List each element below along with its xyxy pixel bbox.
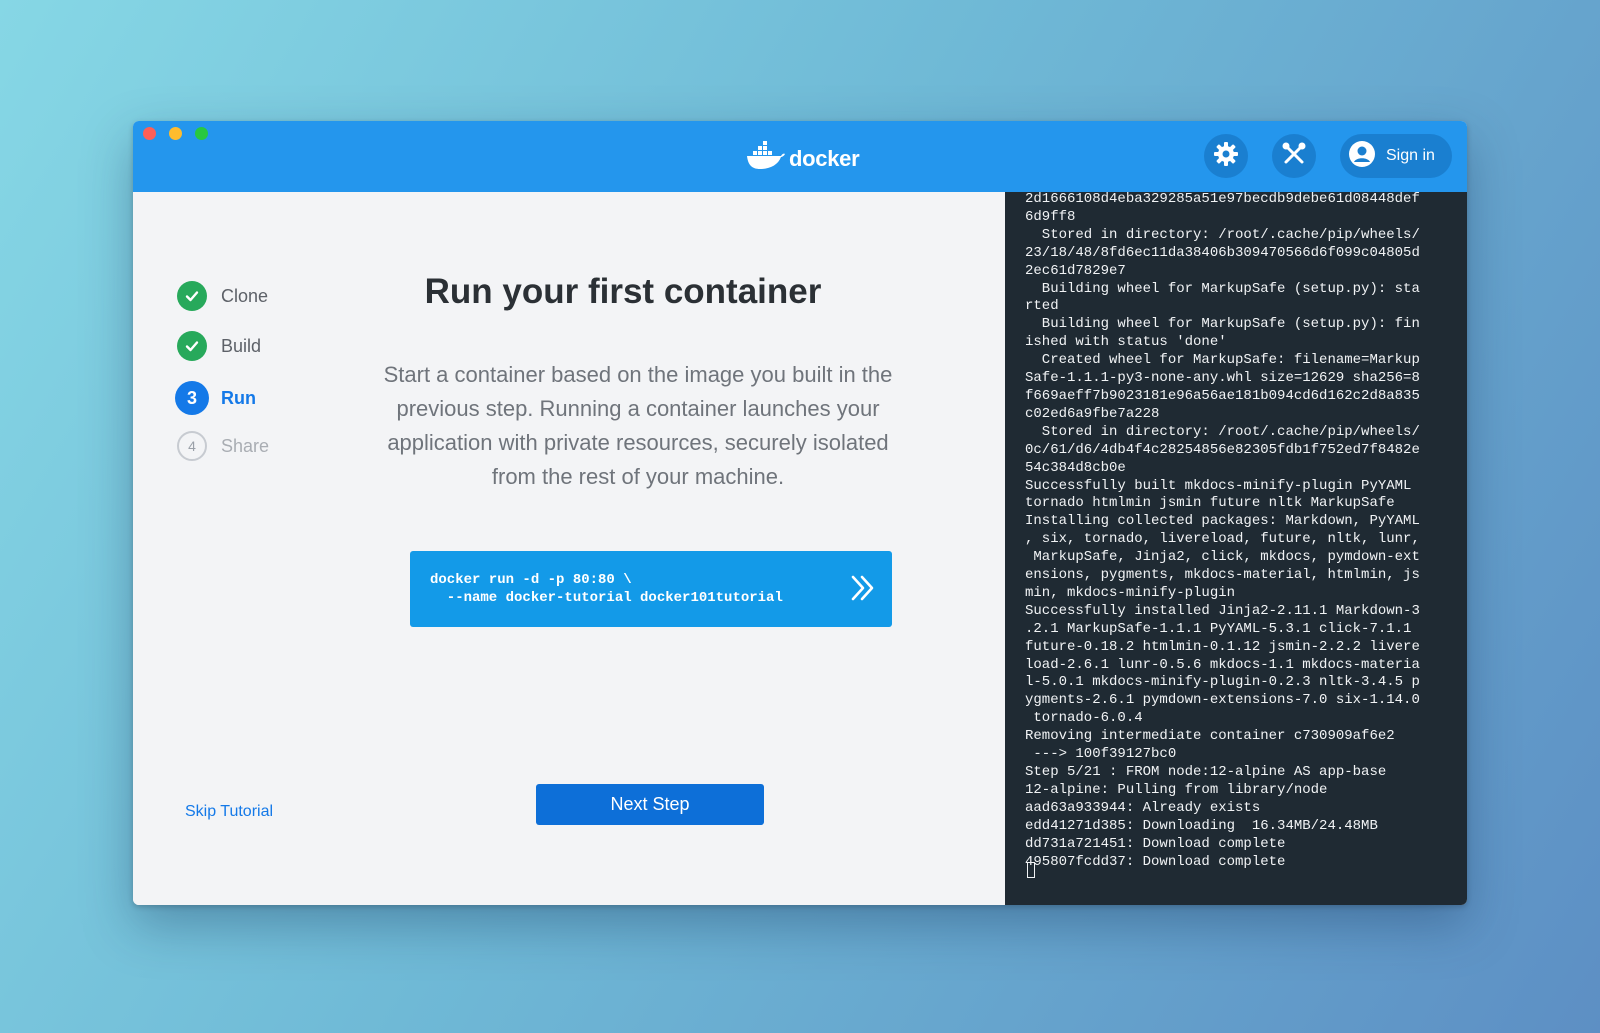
next-step-button[interactable]: Next Step [536, 784, 764, 825]
page-title: Run your first container [424, 272, 822, 311]
troubleshoot-button[interactable] [1272, 134, 1316, 178]
check-icon [177, 281, 207, 311]
step-label: Clone [221, 285, 269, 306]
step-share[interactable]: 4 Share [177, 431, 269, 461]
title-bar: docker Sign in [133, 121, 1467, 192]
terminal-output[interactable]: 2d1666108d4eba329285a51e97becdb9debe61d0… [1005, 192, 1467, 905]
step-label: Run [221, 387, 256, 408]
settings-gear-icon [1213, 141, 1239, 172]
step-run[interactable]: 3 Run [175, 381, 256, 415]
step-description: Start a container based on the image you… [383, 362, 893, 489]
docker-logo: docker [745, 141, 860, 176]
check-icon [177, 331, 207, 361]
terminal-log: 2d1666108d4eba329285a51e97becdb9debe61d0… [1025, 192, 1420, 870]
tutorial-panel: Clone Build 3 Run 4 Share Run your first… [133, 192, 1005, 905]
minimize-window-button[interactable] [169, 127, 182, 140]
close-window-button[interactable] [143, 127, 156, 140]
step-label: Build [221, 335, 262, 356]
step-clone[interactable]: Clone [177, 281, 268, 311]
step-build[interactable]: Build [177, 331, 261, 361]
skip-tutorial-link[interactable]: Skip Tutorial [185, 803, 273, 821]
account-icon [1348, 140, 1376, 173]
terminal-cursor [1027, 862, 1035, 878]
docker-desktop-window: docker Sign in Clone Build 3 Run 4 Share… [133, 121, 1467, 905]
step-label: Share [221, 435, 270, 456]
zoom-window-button[interactable] [195, 127, 208, 140]
docker-whale-icon [745, 141, 785, 176]
run-command-box[interactable]: docker run -d -p 80:80 \ --name docker-t… [410, 551, 892, 627]
tools-icon [1281, 141, 1307, 172]
sign-in-label: Sign in [1386, 147, 1435, 164]
command-line: docker run -d -p 80:80 \ [430, 572, 632, 588]
sign-in-button[interactable]: Sign in [1340, 134, 1452, 178]
step-number-badge: 3 [175, 381, 209, 415]
command-line: --name docker-tutorial docker101tutorial [430, 590, 783, 606]
double-chevron-right-icon [850, 573, 876, 608]
step-number-badge: 4 [177, 431, 207, 461]
docker-wordmark: docker [789, 145, 860, 171]
settings-button[interactable] [1204, 134, 1248, 178]
